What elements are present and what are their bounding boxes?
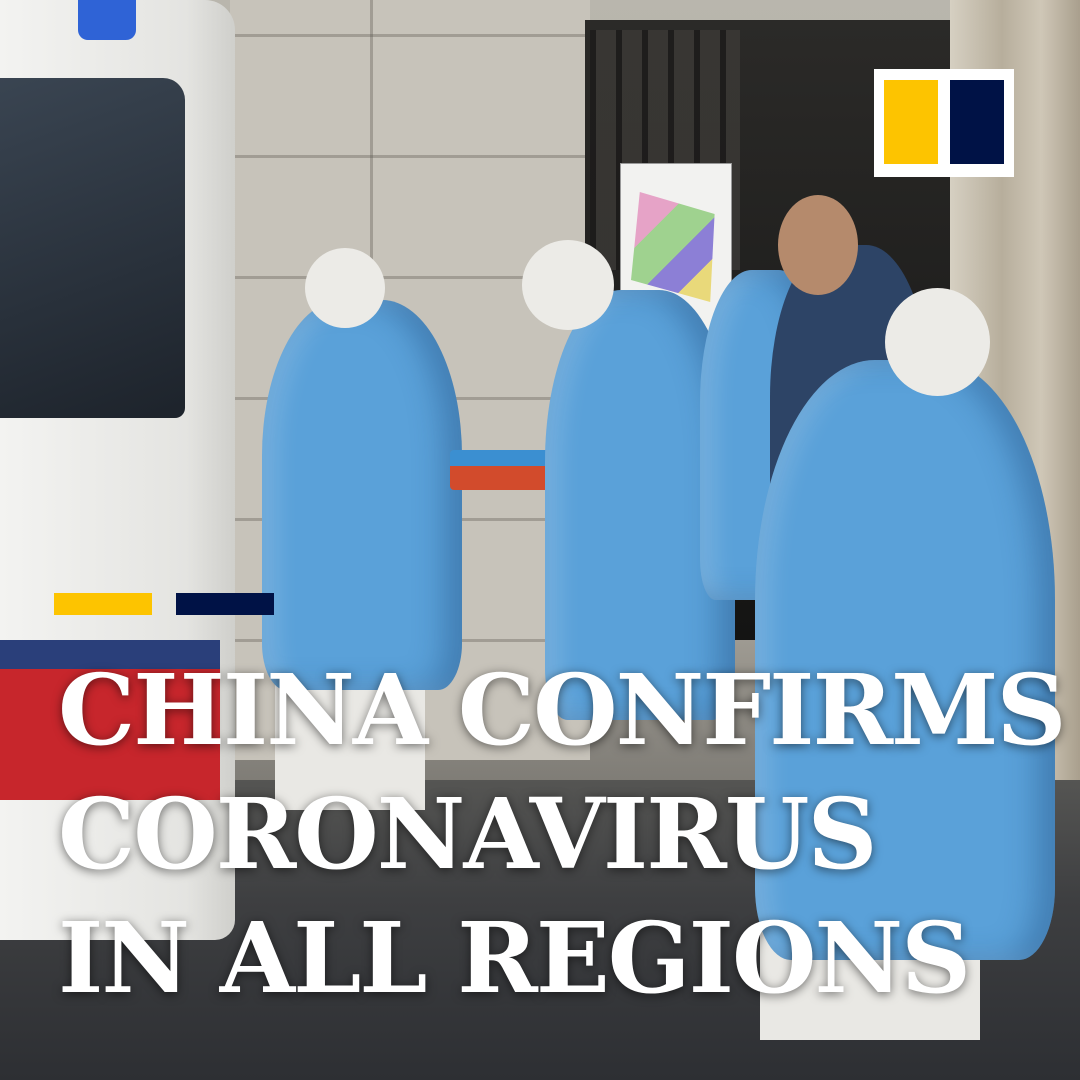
protective-hood <box>522 240 614 330</box>
protective-hood <box>305 248 385 328</box>
scmp-logo <box>874 69 1014 177</box>
ambulance-window <box>0 78 185 418</box>
medical-worker <box>262 300 462 690</box>
headline-line-2: CORONAVIRUS <box>58 777 878 891</box>
accent-bar-navy <box>176 593 274 615</box>
headline-line-1: CHINA CONFIRMS <box>58 653 1067 767</box>
headline: CHINA CONFIRMS CORONAVIRUS IN ALL REGION… <box>58 648 1067 1020</box>
ambulance-light <box>78 0 136 40</box>
accent-bar-yellow <box>54 593 152 615</box>
post-image: CHINA CONFIRMS CORONAVIRUS IN ALL REGION… <box>0 0 1080 1080</box>
logo-yellow-block <box>884 80 938 164</box>
logo-navy-block <box>950 80 1004 164</box>
notice-map <box>631 192 715 302</box>
resident-head <box>778 195 858 295</box>
headline-line-3: IN ALL REGIONS <box>58 901 971 1015</box>
protective-hood <box>885 288 990 396</box>
